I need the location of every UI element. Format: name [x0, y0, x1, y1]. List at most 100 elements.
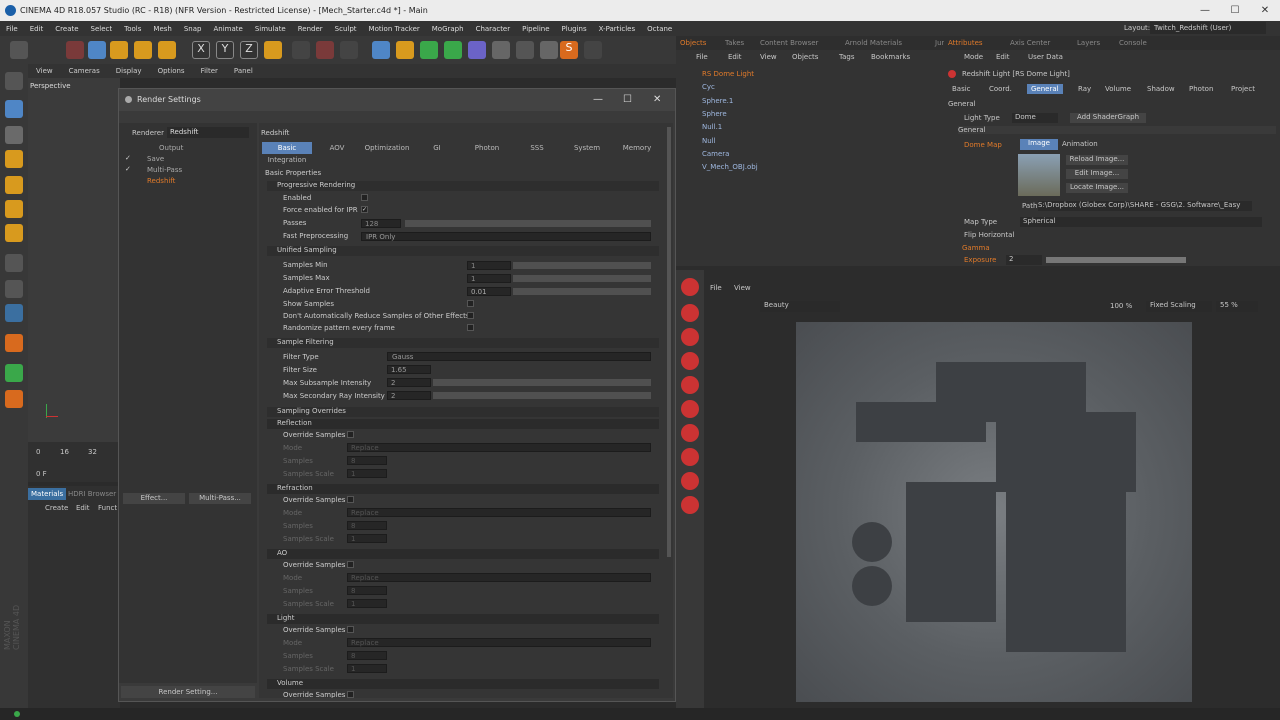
tab-content-browser[interactable]: Content Browser: [760, 39, 818, 47]
tab-takes[interactable]: Takes: [725, 39, 744, 47]
menu-create[interactable]: Create: [49, 25, 84, 33]
workplane-icon[interactable]: [5, 150, 23, 168]
menu-edit[interactable]: Edit: [76, 504, 90, 512]
effect-button[interactable]: Effect...: [123, 493, 185, 504]
zoom-level[interactable]: 100 %: [1110, 302, 1132, 310]
override-group-refraction[interactable]: Refraction: [267, 484, 659, 494]
menu-simulate[interactable]: Simulate: [249, 25, 292, 33]
rotate-icon[interactable]: [134, 41, 152, 59]
camera-icon[interactable]: [516, 41, 534, 59]
renderer-select[interactable]: Redshift: [167, 127, 249, 138]
light-type-select[interactable]: Dome: [1012, 113, 1058, 123]
settings-scrollbar[interactable]: [667, 127, 671, 557]
x-axis-icon[interactable]: X: [192, 41, 210, 59]
tree-item-redshift[interactable]: Redshift: [147, 177, 175, 185]
mode-select[interactable]: Replace: [347, 443, 651, 452]
scale-icon[interactable]: [110, 41, 128, 59]
randomize-checkbox[interactable]: [467, 324, 474, 331]
viewport[interactable]: Perspective: [28, 78, 120, 442]
list-icon[interactable]: [681, 448, 699, 466]
tab-sss[interactable]: SSS: [512, 142, 562, 154]
override-samples-checkbox[interactable]: [347, 561, 354, 568]
coord-system-icon[interactable]: [264, 41, 282, 59]
sculpt-icon[interactable]: [5, 334, 23, 352]
subtab-shadow[interactable]: Shadow: [1143, 84, 1179, 94]
tweak-mode-icon[interactable]: [5, 280, 23, 298]
tree-item-multi-pass[interactable]: Multi-Pass: [147, 166, 182, 174]
stop-icon[interactable]: [681, 352, 699, 370]
sampling-overrides-section[interactable]: Sampling Overrides: [267, 407, 659, 417]
tab-hdri-browser[interactable]: HDRI Browser: [68, 490, 116, 498]
viewport-menu-panel[interactable]: Panel: [226, 67, 261, 75]
object-menu-view[interactable]: View: [760, 53, 777, 61]
menu-tools[interactable]: Tools: [118, 25, 147, 33]
dont-reduce-checkbox[interactable]: [467, 312, 474, 319]
exposure-field[interactable]: 2: [1006, 255, 1042, 265]
script-icon[interactable]: S: [560, 41, 578, 59]
viewport-menu-filter[interactable]: Filter: [193, 67, 226, 75]
progressive-rendering-section[interactable]: Progressive Rendering: [267, 181, 659, 191]
deformer-icon[interactable]: [468, 41, 486, 59]
subtab-project[interactable]: Project: [1227, 84, 1259, 94]
menu-mograph[interactable]: MoGraph: [426, 25, 470, 33]
attribute-menu-mode[interactable]: Mode: [964, 53, 983, 61]
close-button[interactable]: ✕: [1250, 0, 1280, 21]
camera-lock-icon[interactable]: [681, 472, 699, 490]
texture-mode-icon[interactable]: [5, 126, 23, 144]
cube-icon[interactable]: [372, 41, 390, 59]
tab-console[interactable]: Console: [1119, 39, 1147, 47]
menu-function[interactable]: Funct: [98, 504, 117, 512]
menu-snap[interactable]: Snap: [178, 25, 208, 33]
object-item[interactable]: RS Dome Light: [702, 70, 754, 78]
axis-mode-icon[interactable]: [5, 254, 23, 272]
object-menu-tags[interactable]: Tags: [839, 53, 855, 61]
render-setting-footer-button[interactable]: Render Setting...: [121, 686, 255, 698]
select-icon[interactable]: [66, 41, 84, 59]
tree-item-output[interactable]: Output: [159, 144, 183, 152]
z-axis-icon[interactable]: Z: [240, 41, 258, 59]
samples-max-field[interactable]: 1: [467, 274, 511, 283]
max-subsample-slider[interactable]: [433, 379, 651, 386]
region-icon[interactable]: [681, 400, 699, 418]
current-frame-field[interactable]: 0 F: [36, 470, 47, 478]
menu-file[interactable]: File: [0, 25, 24, 33]
tab-integration[interactable]: Integration: [262, 154, 312, 166]
rendered-image[interactable]: [796, 322, 1192, 702]
samples-field[interactable]: 8: [347, 586, 387, 595]
render-icon[interactable]: [681, 304, 699, 322]
menu-select[interactable]: Select: [85, 25, 119, 33]
object-item[interactable]: Sphere: [702, 110, 727, 118]
render-view-icon[interactable]: [292, 41, 310, 59]
menu-motion-tracker[interactable]: Motion Tracker: [363, 25, 426, 33]
scaling-select[interactable]: Fixed Scaling: [1146, 301, 1212, 312]
max-secondary-slider[interactable]: [433, 392, 651, 399]
add-shadergraph-button[interactable]: Add ShaderGraph: [1070, 113, 1146, 123]
subtab-basic[interactable]: Basic: [948, 84, 975, 94]
menu-create[interactable]: Create: [45, 504, 68, 512]
samples-min-field[interactable]: 1: [467, 261, 511, 270]
menu-animate[interactable]: Animate: [207, 25, 248, 33]
show-samples-checkbox[interactable]: [467, 300, 474, 307]
polygons-mode-icon[interactable]: [5, 224, 23, 242]
override-samples-checkbox[interactable]: [347, 431, 354, 438]
timeline[interactable]: 0 16 32 0 F: [28, 442, 120, 482]
object-item[interactable]: Null.1: [702, 123, 722, 131]
object-menu-objects[interactable]: Objects: [792, 53, 818, 61]
subtab-ray[interactable]: Ray: [1074, 84, 1095, 94]
general-group[interactable]: General: [958, 126, 1276, 134]
debug-icon[interactable]: [681, 496, 699, 514]
tab-objects[interactable]: Objects: [680, 39, 706, 47]
object-item[interactable]: Sphere.1: [702, 97, 733, 105]
tab-gi[interactable]: GI: [412, 142, 462, 154]
passes-field[interactable]: 128: [361, 219, 401, 228]
samples-field[interactable]: 8: [347, 651, 387, 660]
viewport-menu-view[interactable]: View: [28, 67, 61, 75]
enabled-checkbox[interactable]: [361, 194, 368, 201]
model-mode-icon[interactable]: [5, 100, 23, 118]
tab-optimization[interactable]: Optimization: [362, 142, 412, 154]
samples-scale-field[interactable]: 1: [347, 664, 387, 673]
adaptive-error-field[interactable]: 0.01: [467, 287, 511, 296]
save-checkbox[interactable]: ✓: [125, 154, 131, 162]
pen-icon[interactable]: [396, 41, 414, 59]
samples-max-slider[interactable]: [513, 275, 651, 282]
